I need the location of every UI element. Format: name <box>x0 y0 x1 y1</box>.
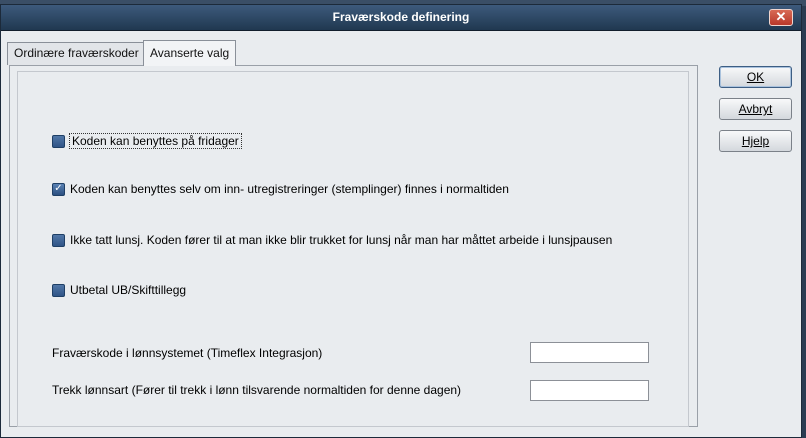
checkbox-skifttillegg[interactable] <box>52 283 65 297</box>
trekk-lonnsart-input[interactable] <box>530 380 649 401</box>
cancel-button[interactable]: Avbryt <box>719 98 792 120</box>
help-button-label: Hjelp <box>741 134 770 148</box>
tab-avanserte-valg[interactable]: Avanserte valg <box>143 40 237 66</box>
dialog-window: Fraværskode definering ✕ Ordinære fravær… <box>0 4 802 438</box>
option-row-stemplinger[interactable]: ✓ Koden kan benyttes selv om inn- utregi… <box>52 181 510 197</box>
field-label-lonnssystem-kode: Fraværskode i lønnsystemet (Timeflex Int… <box>52 346 323 360</box>
checkbox-lunsj[interactable] <box>52 233 65 247</box>
close-icon[interactable]: ✕ <box>769 9 793 26</box>
title-bar[interactable]: Fraværskode definering ✕ <box>1 5 801 31</box>
ok-button-label: OK <box>746 70 765 84</box>
checkbox-stemplinger[interactable]: ✓ <box>52 182 65 196</box>
option-row-lunsj[interactable]: Ikke tatt lunsj. Koden fører til at man … <box>52 232 613 248</box>
option-row-skifttillegg[interactable]: Utbetal UB/Skifttillegg <box>52 282 187 298</box>
field-label-trekk-lonnsart: Trekk lønnsart (Fører til trekk i lønn t… <box>52 383 462 397</box>
option-label-lunsj[interactable]: Ikke tatt lunsj. Koden fører til at man … <box>69 233 613 247</box>
option-label-fridager[interactable]: Koden kan benyttes på fridager <box>69 133 242 149</box>
help-button[interactable]: Hjelp <box>719 130 792 152</box>
checkbox-fridager[interactable] <box>52 134 65 148</box>
cancel-button-label: Avbryt <box>738 102 773 116</box>
window-title: Fraværskode definering <box>332 10 470 24</box>
lonnssystem-kode-input[interactable] <box>530 342 649 363</box>
option-label-stemplinger[interactable]: Koden kan benyttes selv om inn- utregist… <box>69 182 510 196</box>
tab-ordinaere-fravaerskoder[interactable]: Ordinære fraværskoder <box>7 42 146 65</box>
option-row-fridager[interactable]: Koden kan benyttes på fridager <box>52 133 242 149</box>
ok-button[interactable]: OK <box>719 66 792 88</box>
option-label-skifttillegg[interactable]: Utbetal UB/Skifttillegg <box>69 283 187 297</box>
